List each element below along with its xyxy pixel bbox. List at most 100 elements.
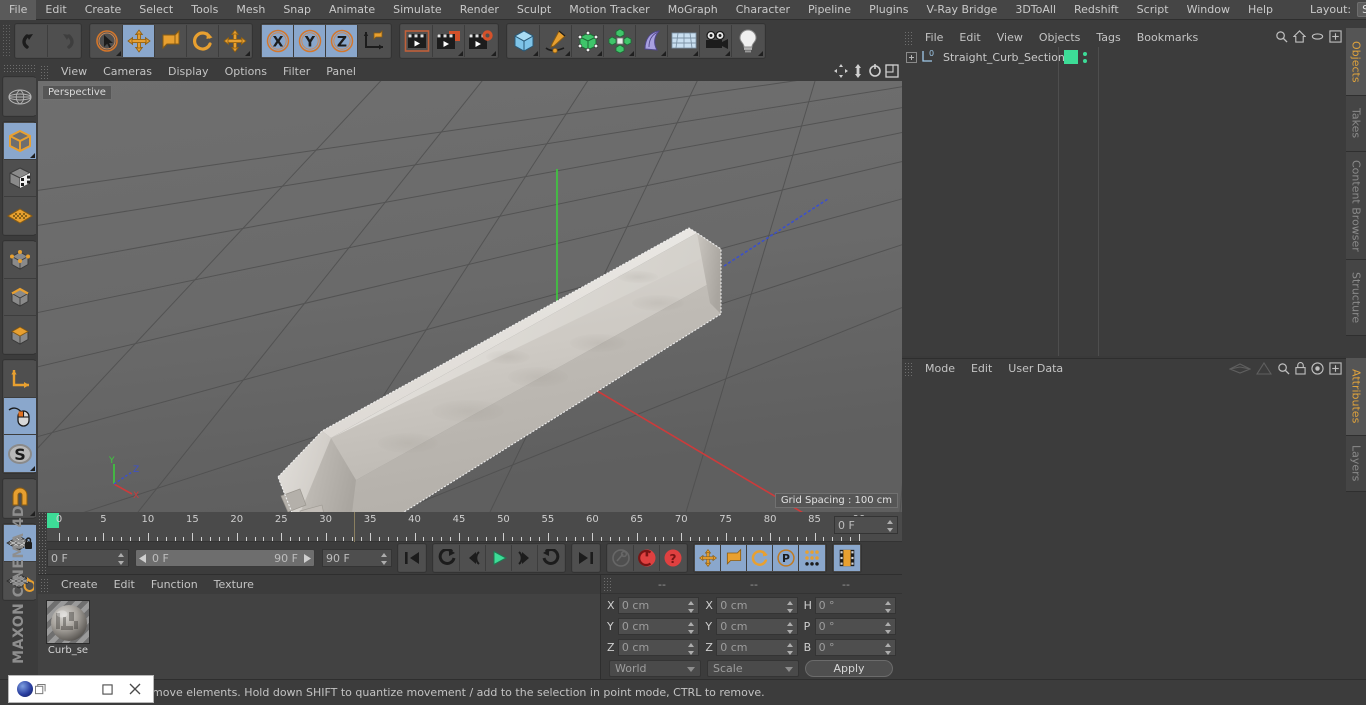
viewport-menu-options[interactable]: Options (217, 62, 275, 81)
go-to-end-button[interactable] (573, 545, 599, 571)
edges-mode-button[interactable] (4, 279, 36, 316)
add-camera-button[interactable] (700, 25, 732, 57)
menu-item-pipeline[interactable]: Pipeline (799, 0, 860, 20)
menu-item-plugins[interactable]: Plugins (860, 0, 917, 20)
add-array-button[interactable] (604, 25, 636, 57)
go-to-next-frame-button[interactable] (512, 545, 538, 571)
point-level-animation-toggle[interactable] (799, 545, 825, 571)
close-button[interactable] (129, 683, 141, 695)
timeline-ruler[interactable]: 051015202530354045505560657075808590 (38, 512, 902, 542)
attributes-menu-edit[interactable]: Edit (963, 359, 1000, 379)
object-tree[interactable]: 0 Straight_Curb_Section (902, 47, 1346, 356)
render-settings-button[interactable] (465, 25, 497, 57)
keyframe-selection-button[interactable]: ? (660, 545, 686, 571)
dolly-icon[interactable] (851, 64, 865, 78)
tab-takes[interactable]: Takes (1346, 96, 1366, 152)
material-manager-grip[interactable] (40, 577, 49, 592)
tab-objects[interactable]: Objects (1346, 28, 1366, 96)
toolbar-grip[interactable] (2, 24, 11, 58)
layout-dropdown[interactable]: Startup (1357, 2, 1366, 17)
object-axis-mode-button[interactable] (4, 361, 36, 398)
coord-pos-x-stepper[interactable] (688, 600, 695, 613)
undo-view-button[interactable] (4, 78, 36, 115)
enable-axis-modification-button[interactable]: S (4, 435, 36, 472)
add-deformer-button[interactable] (636, 25, 668, 57)
redo-button[interactable] (48, 25, 80, 57)
wing-left-icon[interactable] (1229, 362, 1251, 375)
lock-icon[interactable] (1295, 362, 1306, 375)
menu-item-render[interactable]: Render (451, 0, 508, 20)
transform-tool[interactable] (219, 25, 251, 57)
minimize-button[interactable] (46, 682, 102, 696)
current-frame-stepper[interactable] (118, 553, 125, 565)
coord-size-z-stepper[interactable] (786, 642, 794, 655)
coord-pos-x-field[interactable]: 0 cm (617, 596, 700, 614)
coord-rot-h-stepper[interactable] (884, 600, 892, 613)
menu-item-3dtoall[interactable]: 3DToAll (1006, 0, 1065, 20)
live-selection-tool[interactable] (91, 25, 123, 57)
scale-tool[interactable] (155, 25, 187, 57)
lock-x-axis[interactable]: X (262, 25, 294, 57)
pan-icon[interactable] (834, 64, 848, 78)
left-toolbar-grip[interactable] (3, 64, 35, 72)
viewport-3d[interactable]: Perspective Grid Spacing : 100 cm Y X Z (38, 81, 902, 512)
model-mode-button[interactable] (4, 123, 36, 160)
menu-item-sculpt[interactable]: Sculpt (508, 0, 560, 20)
floating-mini-window[interactable] (8, 675, 154, 703)
range-right-arrow-icon[interactable] (302, 553, 311, 563)
menu-item-mograph[interactable]: MoGraph (659, 0, 727, 20)
attributes-menu-user-data[interactable]: User Data (1000, 359, 1071, 379)
autokeying-button[interactable] (634, 545, 660, 571)
play-button[interactable] (486, 545, 512, 571)
tab-structure[interactable]: Structure (1346, 260, 1366, 336)
apply-button[interactable]: Apply (805, 660, 893, 677)
add-light-button[interactable] (732, 25, 764, 57)
add-generator-button[interactable] (572, 25, 604, 57)
expand-toggle-icon[interactable] (906, 51, 917, 63)
texture-mode-button[interactable] (4, 160, 36, 197)
object-menu-objects[interactable]: Objects (1031, 28, 1089, 47)
coord-pos-z-stepper[interactable] (688, 642, 695, 655)
coord-size-z-field[interactable]: 0 cm (716, 638, 798, 656)
target-icon[interactable] (1311, 362, 1324, 375)
material-menu-function[interactable]: Function (143, 575, 206, 594)
scale-key-toggle[interactable] (721, 545, 747, 571)
menu-item-snap[interactable]: Snap (274, 0, 320, 20)
coord-pos-z-field[interactable]: 0 cm (617, 638, 700, 656)
undo-button[interactable] (16, 25, 48, 57)
move-tool[interactable] (123, 25, 155, 57)
transport-grip[interactable] (38, 542, 47, 574)
go-to-previous-key-button[interactable] (434, 545, 460, 571)
maximize-button[interactable] (102, 683, 113, 695)
coord-pos-y-field[interactable]: 0 cm (617, 617, 700, 635)
material-menu-create[interactable]: Create (53, 575, 106, 594)
coord-pos-y-stepper[interactable] (688, 621, 695, 634)
timeline-grip[interactable] (38, 512, 47, 542)
object-menu-view[interactable]: View (989, 28, 1031, 47)
lock-z-axis[interactable]: Z (326, 25, 358, 57)
material-menu-texture[interactable]: Texture (206, 575, 262, 594)
menu-item-select[interactable]: Select (130, 0, 182, 20)
coord-rot-p-stepper[interactable] (884, 621, 892, 634)
attributes-manager-grip[interactable] (904, 362, 913, 376)
render-view-button[interactable] (401, 25, 433, 57)
menu-item-simulate[interactable]: Simulate (384, 0, 451, 20)
menu-item-animate[interactable]: Animate (320, 0, 384, 20)
range-left-arrow-icon[interactable] (139, 553, 148, 563)
search-icon[interactable] (1277, 362, 1290, 375)
wing-right-icon[interactable] (1256, 362, 1272, 375)
workplane-mode-button[interactable] (4, 197, 36, 234)
record-active-objects-button[interactable] (608, 545, 634, 571)
object-row-straight-curb-section[interactable]: 0 Straight_Curb_Section (902, 47, 1346, 67)
plus-box-icon[interactable] (1329, 362, 1342, 375)
timeline-frame-top-stepper[interactable] (887, 520, 894, 532)
add-spline-button[interactable] (540, 25, 572, 57)
coordinate-system-dropdown[interactable]: World (609, 660, 701, 677)
search-icon[interactable] (1275, 30, 1288, 43)
current-frame-field[interactable]: 0 F (47, 549, 129, 567)
coord-rot-h-field[interactable]: 0 ° (814, 596, 896, 614)
tab-layers[interactable]: Layers (1346, 436, 1366, 492)
viewport-menu-grip[interactable] (40, 64, 49, 79)
object-menu-bookmarks[interactable]: Bookmarks (1129, 28, 1206, 47)
menu-item-window[interactable]: Window (1178, 0, 1239, 20)
